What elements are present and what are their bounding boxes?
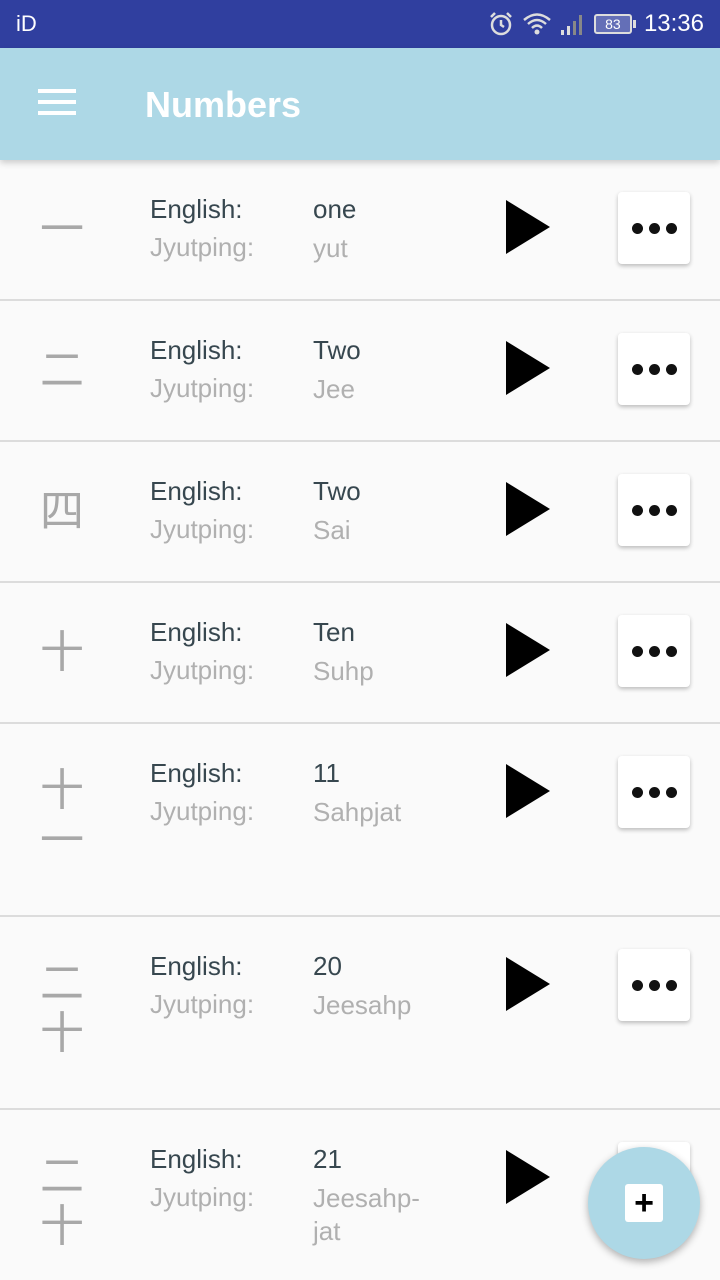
more-dots-icon[interactable] — [618, 756, 690, 828]
english-value: 20 — [313, 951, 342, 981]
chinese-character: 四 — [40, 486, 84, 537]
jyutping-label: Jyutping: — [150, 373, 255, 403]
english-label: English: — [150, 335, 243, 365]
play-icon[interactable] — [506, 1150, 550, 1204]
more-dots-icon[interactable] — [618, 949, 690, 1021]
more-dots-icon[interactable] — [618, 333, 690, 405]
clock: 13:36 — [643, 10, 704, 37]
jyutping-label: Jyutping: — [150, 989, 255, 1019]
english-label: English: — [150, 476, 243, 506]
add-button[interactable]: + — [588, 1147, 700, 1259]
numbers-list: 一 English: Jyutping: one yut 二 English: Jyutpin… — [0, 160, 720, 1280]
more-dots-icon[interactable] — [618, 192, 690, 264]
english-value: 21 — [313, 1144, 342, 1174]
app-bar: Numbers — [0, 48, 720, 160]
chinese-numeral: 二 — [38, 346, 86, 396]
status-bar: iD 83 13:36 — [0, 0, 720, 48]
english-label: English: — [150, 194, 243, 224]
signal-icon — [560, 12, 586, 36]
carrier-label: iD — [16, 11, 37, 36]
chinese-character: 二 — [40, 958, 84, 1009]
jyutping-label: Jyutping: — [150, 655, 255, 685]
play-icon[interactable] — [506, 200, 550, 254]
play-icon[interactable] — [506, 482, 550, 536]
chinese-numeral: 四 — [38, 487, 86, 537]
jyutping-value: Jeesahp-jat — [313, 1183, 420, 1246]
english-value: Two — [313, 335, 361, 365]
english-label: English: — [150, 951, 243, 981]
chinese-character: 十 — [40, 627, 84, 678]
wifi-icon — [522, 11, 552, 37]
english-label: English: — [150, 1144, 243, 1174]
chinese-character: 十 — [40, 1201, 84, 1252]
chinese-numeral: 十一 — [38, 766, 86, 866]
english-value: 11 — [313, 758, 340, 788]
english-value: Ten — [313, 617, 355, 647]
list-item[interactable]: 四 English: Jyutping: Two Sai — [0, 442, 720, 583]
chinese-character: 十 — [40, 1008, 84, 1059]
play-icon[interactable] — [506, 764, 550, 818]
list-item[interactable]: 二 English: Jyutping: Two Jee — [0, 301, 720, 442]
hamburger-menu-icon[interactable] — [38, 89, 76, 119]
chinese-numeral: 二十 — [38, 959, 86, 1059]
jyutping-label: Jyutping: — [150, 232, 255, 262]
more-dots-icon[interactable] — [618, 615, 690, 687]
play-icon[interactable] — [506, 623, 550, 677]
jyutping-value: Sahpjat — [313, 797, 402, 827]
list-item[interactable]: 十一 English: Jyutping: 11 Sahpjat — [0, 724, 720, 917]
english-value: Two — [313, 476, 361, 506]
english-label: English: — [150, 617, 243, 647]
jyutping-value: Sai — [313, 515, 351, 545]
battery-icon: 83 — [593, 14, 636, 34]
jyutping-value: Jee — [313, 374, 355, 404]
jyutping-label: Jyutping: — [150, 796, 255, 826]
english-label: English: — [150, 758, 243, 788]
list-item[interactable]: 一 English: Jyutping: one yut — [0, 160, 720, 301]
jyutping-value: Suhp — [313, 656, 374, 686]
jyutping-label: Jyutping: — [150, 1182, 255, 1212]
chinese-character: 一 — [40, 204, 84, 255]
jyutping-value: Jeesahp — [313, 990, 412, 1020]
play-icon[interactable] — [506, 957, 550, 1011]
alarm-icon — [488, 11, 514, 37]
plus-icon: + — [625, 1184, 663, 1222]
chinese-character: 二 — [40, 1151, 84, 1202]
list-item[interactable]: 十 English: Jyutping: Ten Suhp — [0, 583, 720, 724]
page-title: Numbers — [145, 84, 302, 125]
list-item[interactable]: 二十 English: Jyutping: 20 Jeesahp — [0, 917, 720, 1110]
jyutping-value: yut — [313, 233, 348, 263]
chinese-character: 一 — [40, 815, 84, 866]
chinese-character: 二 — [40, 345, 84, 396]
status-icons: 83 13:36 — [488, 9, 704, 39]
more-dots-icon[interactable] — [618, 474, 690, 546]
jyutping-label: Jyutping: — [150, 514, 255, 544]
battery-level: 83 — [593, 14, 632, 34]
chinese-numeral: 十 — [38, 628, 86, 678]
chinese-numeral: 二十 — [38, 1152, 86, 1252]
play-icon[interactable] — [506, 341, 550, 395]
english-value: one — [313, 194, 357, 224]
chinese-numeral: 一 — [38, 205, 86, 255]
chinese-character: 十 — [40, 765, 84, 816]
